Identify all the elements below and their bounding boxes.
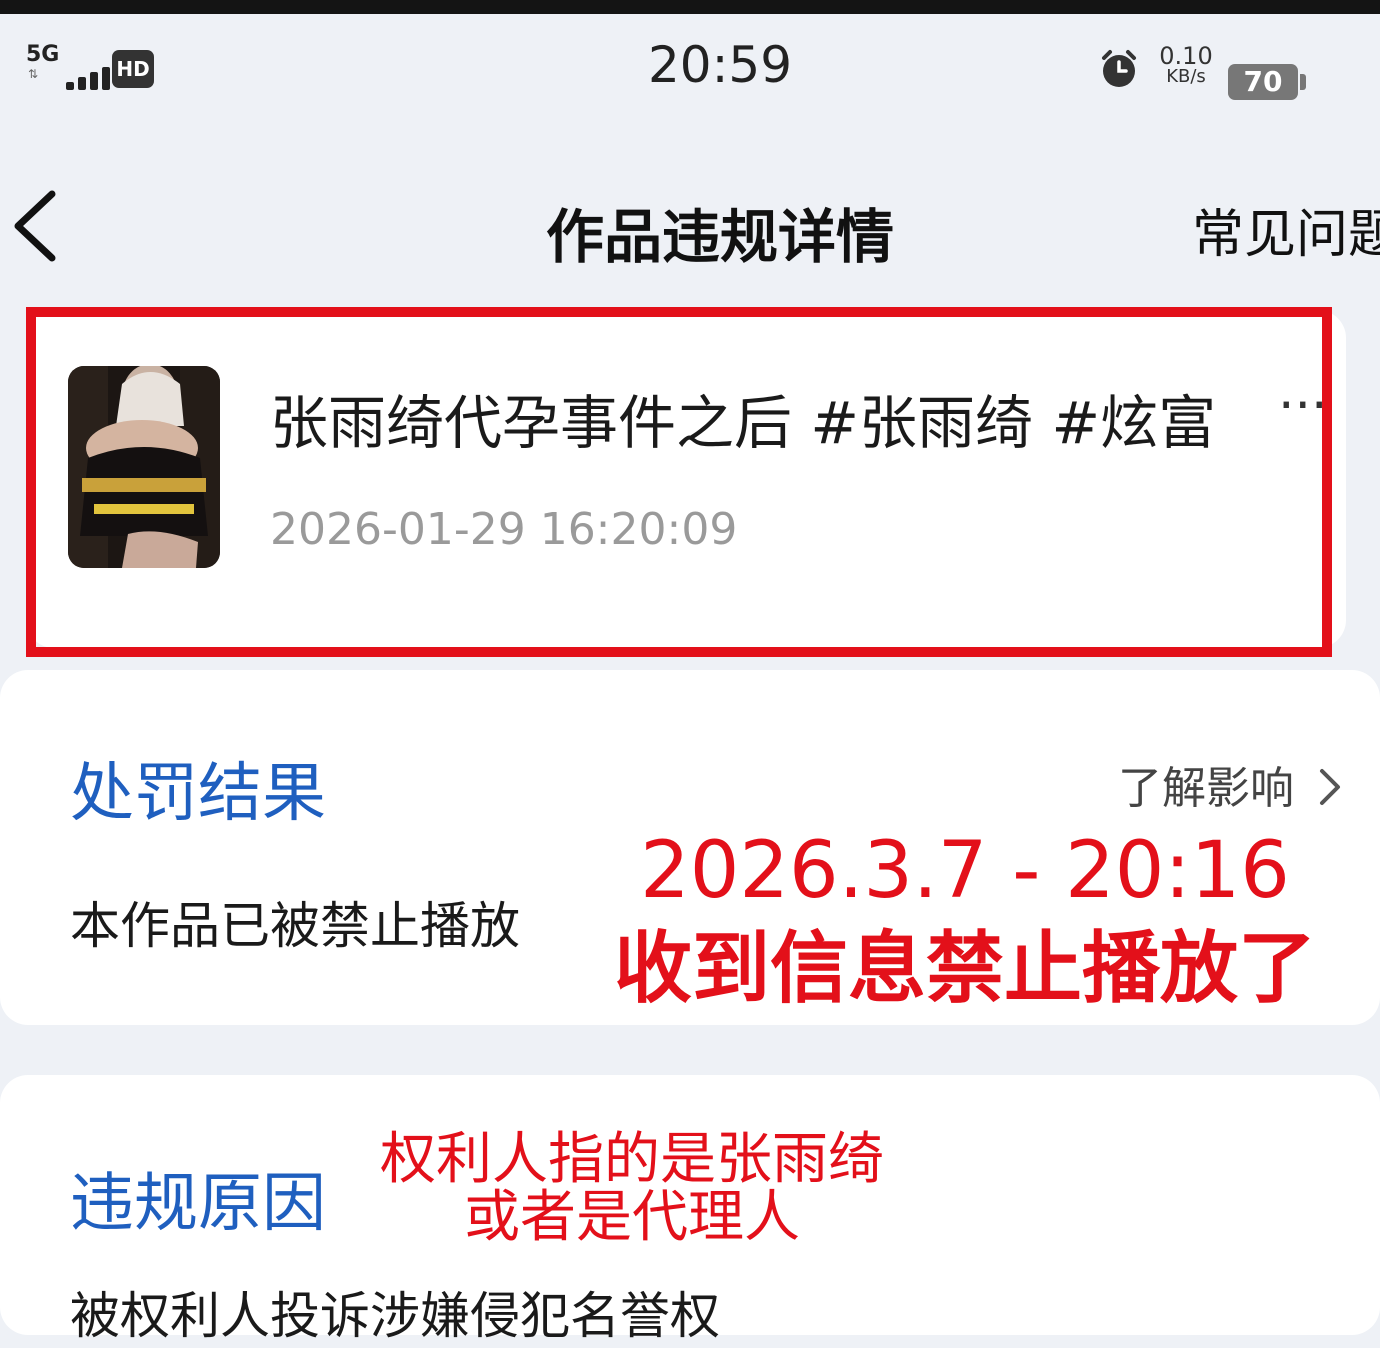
hd-badge: HD [112, 50, 154, 88]
reason-text: 被权利人投诉涉嫌侵犯名誉权 [70, 1287, 720, 1345]
battery-level: 70 [1228, 64, 1298, 100]
back-chevron-icon[interactable] [8, 186, 64, 266]
battery-icon [1300, 74, 1306, 90]
faq-link[interactable]: 常见问题 [1192, 192, 1380, 267]
data-arrows-icon: ⇅ [28, 67, 39, 81]
top-edge [0, 0, 1380, 14]
status-time: 20:59 [647, 36, 793, 94]
annotation-agent: 或者是代理人 [464, 1185, 800, 1250]
speed-value: 0.10 [1159, 42, 1213, 70]
status-bar: 5G ⇅ HD 20:59 0.10 KB/s 70 [0, 14, 1380, 124]
penalty-result-text: 本作品已被禁止播放 [70, 897, 520, 955]
chevron-right-icon [1320, 769, 1340, 805]
annotation-ban-note: 收到信息禁止播放了 [613, 924, 1316, 1014]
red-highlight-box [26, 307, 1332, 657]
annotation-date: 2026.3.7 - 20:16 [640, 826, 1290, 916]
learn-impact-label: 了解影响 [1118, 763, 1294, 814]
network-speed: 0.10 KB/s [1156, 44, 1216, 86]
penalty-section-title: 处罚结果 [70, 757, 326, 831]
reason-section-title: 违规原因 [70, 1167, 326, 1241]
alarm-clock-icon [1102, 50, 1136, 87]
learn-impact-link[interactable]: 了解影响 [1118, 752, 1344, 816]
speed-unit: KB/s [1166, 66, 1206, 87]
page-title: 作品违规详情 [545, 203, 894, 271]
